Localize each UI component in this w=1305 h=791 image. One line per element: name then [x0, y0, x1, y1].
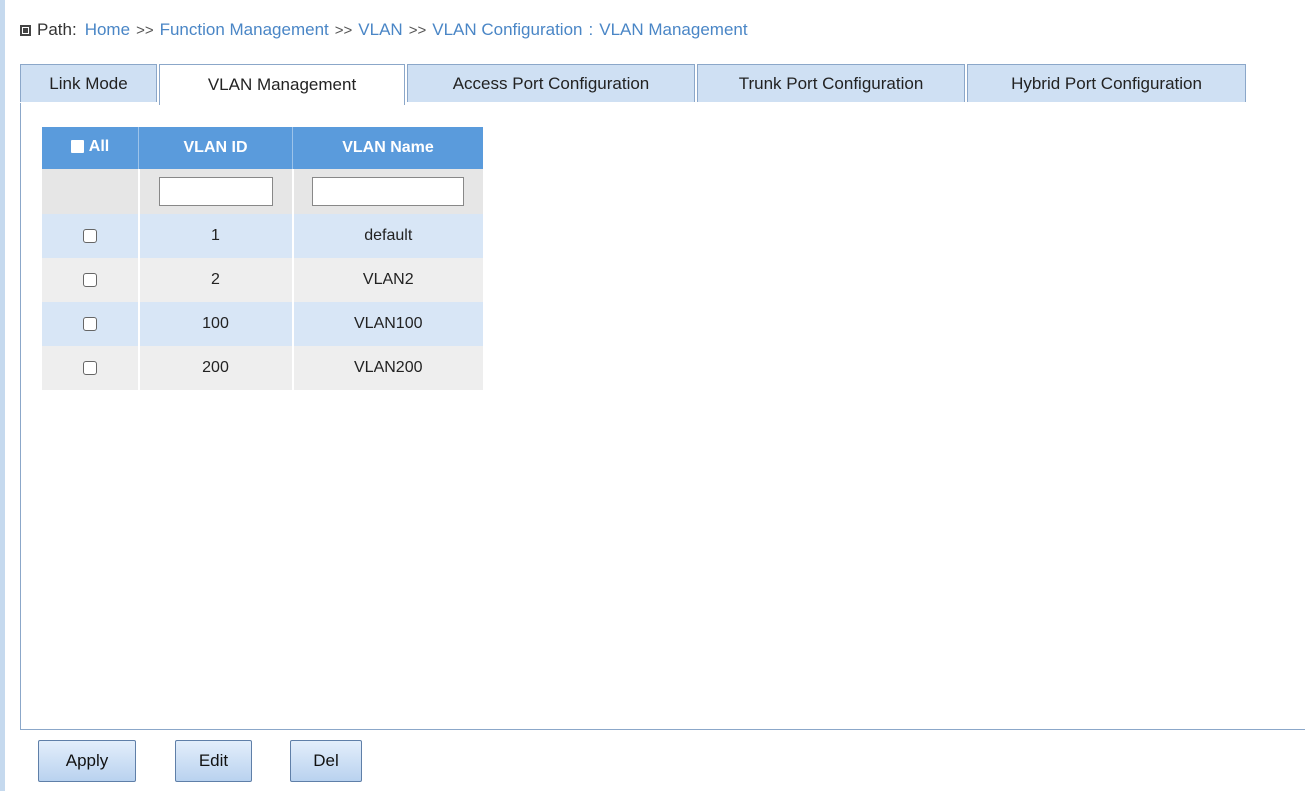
filter-empty-cell	[42, 169, 140, 214]
tab-vlan-management[interactable]: VLAN Management	[159, 64, 405, 105]
vlan-name-cell: default	[292, 214, 483, 258]
breadcrumb-current-separator: :	[588, 20, 594, 39]
breadcrumb-vlan-configuration[interactable]: VLAN Configuration	[432, 20, 582, 40]
row-checkbox[interactable]	[82, 360, 97, 375]
table-row[interactable]: 1 default	[42, 214, 483, 258]
row-checkbox-cell	[42, 258, 140, 302]
table-row[interactable]: 200 VLAN200	[42, 346, 483, 390]
filter-vlan-name-cell	[292, 169, 483, 214]
breadcrumb: Path: Home >> Function Management >> VLA…	[20, 18, 748, 42]
breadcrumb-function-management[interactable]: Function Management	[160, 20, 329, 40]
vlan-id-cell: 1	[138, 214, 294, 258]
table-row[interactable]: 100 VLAN100	[42, 302, 483, 346]
vlan-id-cell: 200	[138, 346, 294, 390]
tab-trunk-port-configuration[interactable]: Trunk Port Configuration	[697, 64, 965, 102]
breadcrumb-vlan[interactable]: VLAN	[358, 20, 402, 40]
vlan-name-cell: VLAN100	[292, 302, 483, 346]
vlan-name-cell: VLAN2	[292, 258, 483, 302]
filter-vlan-id-cell	[138, 169, 294, 214]
row-checkbox[interactable]	[82, 272, 97, 287]
breadcrumb-current: VLAN Management	[599, 20, 748, 39]
tab-hybrid-port-configuration[interactable]: Hybrid Port Configuration	[967, 64, 1246, 102]
row-checkbox[interactable]	[82, 316, 97, 331]
vlan-id-filter-input[interactable]	[158, 177, 273, 206]
tab-access-port-configuration[interactable]: Access Port Configuration	[407, 64, 695, 102]
panel-bottom-border	[20, 729, 1305, 730]
table-row[interactable]: 2 VLAN2	[42, 258, 483, 302]
vlan-table: All VLAN ID VLAN Name 1 default 2 VLAN2	[42, 127, 483, 390]
row-checkbox-cell	[42, 214, 140, 258]
vlan-id-cell: 2	[138, 258, 294, 302]
vlan-name-filter-input[interactable]	[312, 177, 465, 206]
vlan-id-cell: 100	[138, 302, 294, 346]
table-header-row: All VLAN ID VLAN Name	[42, 127, 483, 169]
column-header-vlan-name: VLAN Name	[292, 127, 483, 169]
tab-link-mode[interactable]: Link Mode	[20, 64, 157, 102]
delete-button[interactable]: Del	[290, 740, 362, 782]
apply-button[interactable]: Apply	[38, 740, 136, 782]
select-all-header[interactable]: All	[42, 127, 139, 169]
row-checkbox[interactable]	[82, 228, 97, 243]
row-checkbox-cell	[42, 346, 140, 390]
select-all-checkbox[interactable]	[70, 140, 84, 154]
left-frame-edge	[0, 0, 5, 791]
breadcrumb-separator: >>	[334, 21, 353, 39]
tab-bar: Link Mode VLAN Management Access Port Co…	[20, 64, 1305, 105]
select-all-label: All	[88, 137, 110, 155]
square-bullet-icon	[20, 24, 31, 36]
breadcrumb-home[interactable]: Home	[85, 20, 130, 40]
path-label: Path:	[37, 20, 77, 39]
edit-button[interactable]: Edit	[175, 740, 252, 782]
breadcrumb-separator: >>	[408, 21, 427, 39]
filter-row	[42, 169, 483, 214]
column-header-vlan-id: VLAN ID	[138, 127, 293, 169]
breadcrumb-separator: >>	[136, 21, 154, 39]
row-checkbox-cell	[42, 302, 140, 346]
vlan-name-cell: VLAN200	[292, 346, 483, 390]
